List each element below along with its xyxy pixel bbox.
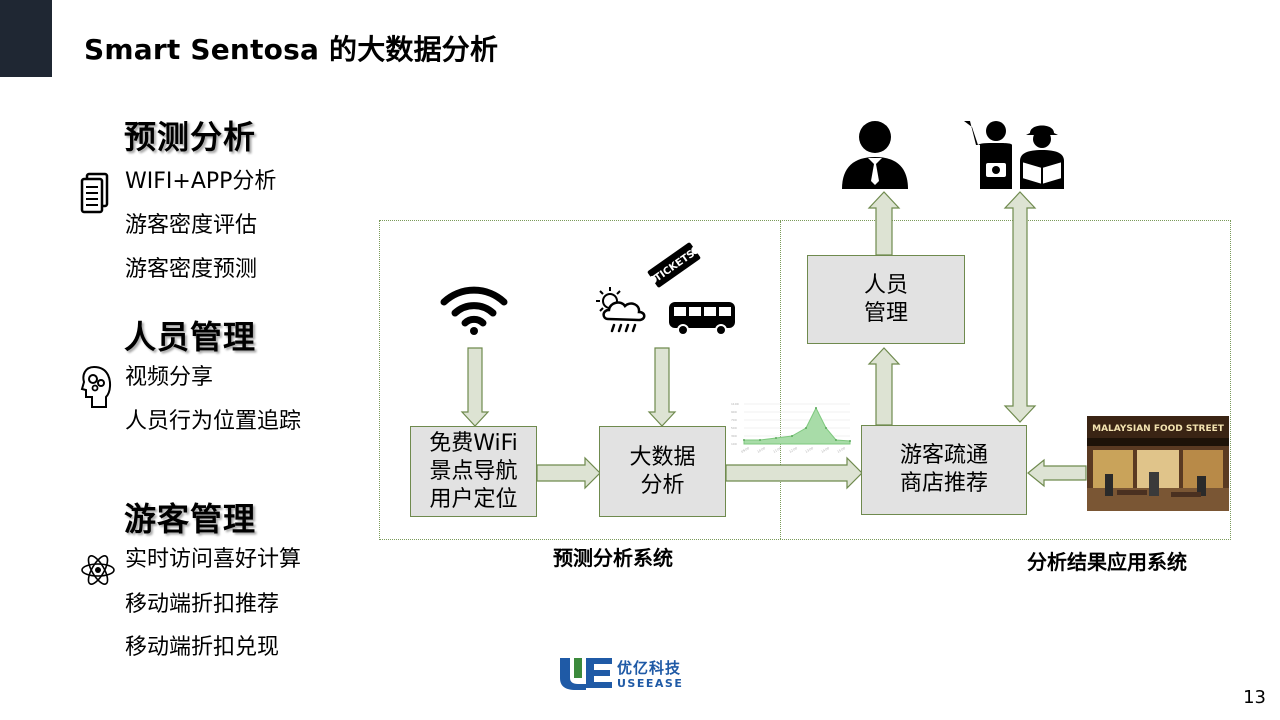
manager-icon [838,117,912,189]
label-application-system: 分析结果应用系统 [1027,550,1187,574]
svg-text:15:00: 15:00 [837,446,847,454]
svg-text:300: 300 [731,434,737,438]
svg-text:10:00: 10:00 [757,446,767,454]
arrow-wifi-to-bigdata [536,456,601,490]
svg-text:11:00: 11:00 [773,446,783,454]
svg-text:500: 500 [731,426,737,430]
svg-text:14:00: 14:00 [821,446,831,454]
arrow-visitor-to-staff [867,347,901,426]
bus-icon [668,298,738,338]
mini-area-chart: 1100 900 700 500 300 100 09:00 10:00 11:00 1… [730,398,854,458]
box-staff-management: 人员 管理 [807,255,965,344]
arrow-photo-to-visitor [1027,458,1087,488]
box-visitor-recommendation: 游客疏通 商店推荐 [861,425,1027,515]
svg-text:12:00: 12:00 [789,446,799,454]
arrow-weather-down [647,347,677,427]
arrow-bigdata-to-visitor [725,456,863,490]
arrow-tourist-visitor [1003,191,1037,423]
svg-text:100: 100 [731,442,737,446]
arrow-wifi-down [460,347,490,427]
svg-text:700: 700 [731,418,737,422]
diagram-arrows [460,191,1087,490]
weather-icon [594,285,650,337]
useease-logo-mark [560,656,612,690]
svg-text:09:00: 09:00 [741,446,751,454]
wifi-icon [440,284,508,336]
logo-name-cn: 优亿科技 [617,659,682,677]
box-bigdata-analysis: 大数据 分析 [599,426,726,517]
svg-text:900: 900 [731,410,737,414]
box-wifi-navigation: 免费WiFi 景点导航 用户定位 [410,426,537,517]
svg-text:1100: 1100 [731,402,739,406]
svg-text:13:00: 13:00 [805,446,815,454]
ticket-icon: TICKETS [646,240,702,290]
photo-sign-text: MALAYSIAN FOOD STREET [1092,424,1224,434]
logo-name-en: USEEASE [617,677,684,690]
page-number: 13 [1243,687,1266,708]
label-prediction-system: 预测分析系统 [553,546,673,570]
arrow-staff-to-manager [867,191,901,256]
tourist-icon [958,117,1076,189]
